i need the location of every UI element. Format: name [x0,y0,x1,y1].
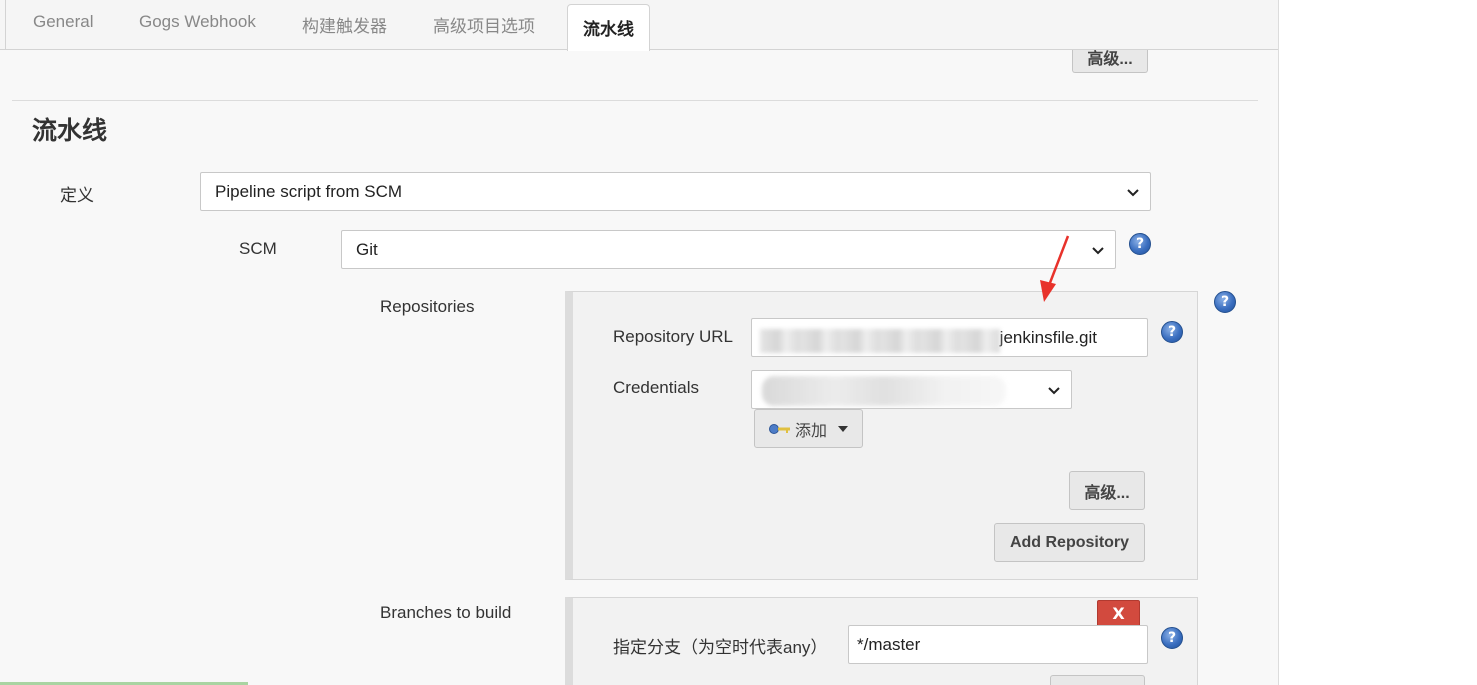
repository-advanced-button[interactable]: 高级... [1069,471,1145,510]
chevron-down-icon [1092,246,1104,254]
branch-add-button-partial[interactable] [1050,675,1145,685]
branch-specifier-value: */master [857,634,921,654]
tab-bar-edge [5,0,6,50]
branch-specifier-help-icon[interactable]: ? [1161,627,1183,649]
add-repository-button[interactable]: Add Repository [994,523,1145,562]
definition-select-value: Pipeline script from SCM [215,181,403,201]
repository-url-help-icon[interactable]: ? [1161,321,1183,343]
caret-down-icon [838,425,849,432]
tab-advanced-project-options[interactable]: 高级项目选项 [433,12,535,37]
scm-help-icon[interactable]: ? [1129,233,1151,255]
tab-bar: General Gogs Webhook 构建触发器 高级项目选项 流水线 [0,0,1278,51]
top-advanced-button[interactable]: 高级... [1072,50,1148,73]
add-credentials-button[interactable]: 添加 [754,409,863,448]
tab-general[interactable]: General [33,12,93,32]
add-credentials-label: 添加 [795,422,828,440]
annotation-arrow-icon [1040,235,1070,302]
chevron-down-icon [1127,188,1139,196]
definition-select[interactable]: Pipeline script from SCM [200,172,1151,211]
repository-url-label: Repository URL [613,327,733,346]
definition-label: 定义 [60,186,94,205]
section-divider [12,100,1258,101]
scm-select[interactable]: Git [341,230,1116,269]
redacted-url-blur [760,329,1000,353]
branches-label: Branches to build [380,603,512,622]
config-panel: General Gogs Webhook 构建触发器 高级项目选项 流水线 高级… [0,0,1279,685]
remove-branch-button[interactable]: X [1097,600,1140,627]
redacted-credentials-blur [762,376,1006,406]
scm-select-value: Git [356,239,378,259]
key-icon [769,423,790,434]
repositories-help-icon[interactable]: ? [1214,291,1236,313]
section-title: 流水线 [32,116,108,145]
tab-pipeline[interactable]: 流水线 [567,4,650,51]
branch-specifier-label: 指定分支（为空时代表any） [613,638,828,657]
branch-specifier-input[interactable]: */master [848,625,1148,664]
repository-url-value: jenkinsfile.git [999,327,1097,347]
repositories-label: Repositories [380,297,475,316]
scm-label: SCM [239,239,277,258]
tab-gogs-webhook[interactable]: Gogs Webhook [139,12,256,32]
credentials-label: Credentials [613,378,699,397]
tab-build-triggers[interactable]: 构建触发器 [302,12,387,37]
chevron-down-icon [1048,386,1060,394]
